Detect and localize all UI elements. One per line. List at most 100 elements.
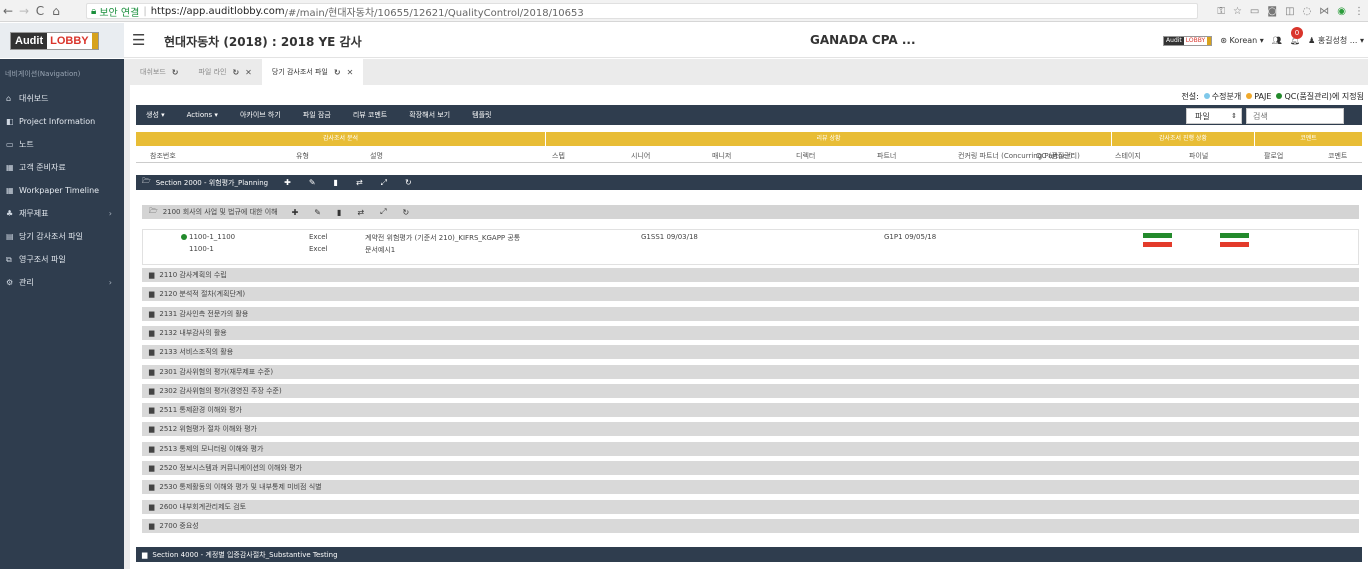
main-area: 대쉬보드 ↻ 파일 라인 ↻ ✕ 당기 감사조서 파일 ↻ ✕ 전설: 수정분개 PAJE… (124, 59, 1368, 569)
workpaper-row[interactable]: 1100-1_1100 1100-1 Excel Excel 계약전 위험평가 … (142, 229, 1359, 265)
subsection-row[interactable]: ▆ 2131 감사인측 전문가의 활용 (142, 306, 1359, 321)
sidebar-item[interactable]: ♣ 재무제표 › (0, 202, 124, 225)
file-icon[interactable]: ▮ (337, 208, 341, 217)
sidebar-item[interactable]: ⚙ 관리 › (0, 271, 124, 294)
archive-button[interactable]: 아카이브 하기 (240, 110, 281, 120)
subsection-row[interactable]: ▆ 2301 감사위험의 평가(재무제표 수준) (142, 364, 1359, 379)
edit-icon[interactable]: ✎ (314, 208, 321, 217)
refresh-icon[interactable]: ↻ (334, 68, 341, 77)
extension-icon[interactable]: ⋈ (1319, 6, 1329, 17)
refresh-icon[interactable]: ↻ (403, 208, 410, 217)
extension-icon[interactable]: ▭ (1250, 6, 1259, 17)
lock-file-button[interactable]: 파일 잠금 (303, 110, 331, 120)
subsection-row[interactable]: ▆ 2700 중요성 (142, 518, 1359, 533)
users-icon[interactable]: 👥︎ (1272, 36, 1282, 45)
back-icon[interactable]: ← (0, 0, 16, 22)
subsection-row[interactable]: ▆ 2110 감사계획의 수립 (142, 268, 1359, 282)
expand-view-button[interactable]: 확장해서 보기 (409, 110, 450, 120)
subsection-row[interactable]: ▆ 2512 위험평가 절차 이해와 평가 (142, 422, 1359, 437)
workpaper-ref[interactable]: 1100-1_1100 (189, 233, 235, 241)
extension-icon[interactable]: ◌ (1303, 6, 1312, 17)
section-row[interactable]: 🗁︎ Section 2000 - 위험평가_Planning ✚ ✎ ▮ ⇄ … (136, 175, 1362, 190)
refresh-icon[interactable]: ↻ (405, 178, 412, 187)
file-icon[interactable]: ▮ (334, 178, 338, 187)
camera-icon[interactable]: ◙ (1267, 6, 1277, 17)
menu-icon[interactable]: ⋮ (1354, 6, 1364, 17)
subsection-row[interactable]: ▆ 2520 정보시스템과 커뮤니케이션의 이해와 평가 (142, 461, 1359, 475)
sidebar-item[interactable]: ⌂ 대쉬보드 (0, 87, 124, 110)
tab-file-line[interactable]: 파일 라인 ↻ ✕ (188, 59, 261, 85)
subsection-row[interactable]: ▆ 2302 감사위험의 평가(경영진 주장 수준) (142, 383, 1359, 398)
review-comment-button[interactable]: 리뷰 코멘트 (353, 110, 387, 120)
key-icon[interactable]: ⚿ (1217, 6, 1225, 17)
close-icon[interactable]: ✕ (245, 68, 252, 77)
sidebar-item[interactable]: ◧ Project Information (0, 110, 124, 133)
legend-item: 수정분개 (1203, 91, 1241, 102)
create-menu[interactable]: 생성 ▾ (146, 110, 165, 120)
address-bar[interactable]: 🔒︎ 보안 연결 | https://app.auditlobby.com /#… (86, 3, 1198, 19)
home-icon[interactable]: ⌂ (48, 0, 64, 22)
add-icon[interactable]: ✚ (284, 178, 291, 187)
stage-status-flag[interactable] (1143, 233, 1172, 247)
move-icon[interactable]: ⇄ (356, 178, 363, 187)
step-signoff[interactable]: G1SS1 09/03/18 (641, 233, 698, 241)
move-icon[interactable]: ⇄ (357, 208, 364, 217)
subsection-row[interactable]: ▆ 2600 내부회계관리제도 검토 (142, 499, 1359, 514)
add-icon[interactable]: ✚ (292, 208, 299, 217)
final-status-flag[interactable] (1220, 233, 1249, 247)
extension-icon[interactable]: ◫ (1285, 6, 1294, 17)
subsection-row[interactable]: ▆ 2530 통제활동의 이해와 평가 및 내부통제 미비점 식별 (142, 480, 1359, 495)
subsection-row-open[interactable]: 🗁︎ 2100 회사의 사업 및 법규에 대한 이해 ✚ ✎ ▮ ⇄ ⤢ ↻ (142, 205, 1359, 219)
folder-icon: ▆ (149, 348, 155, 357)
legend: 전설: 수정분개 PAJE QC(품질관리)에 지정됨 (1181, 91, 1364, 102)
tab-current-audit-file[interactable]: 당기 감사조서 파일 ↻ ✕ (261, 59, 364, 85)
section-row[interactable]: ▆ Section 4000 - 계정별 입증감사절차_Substantive … (136, 547, 1362, 562)
reload-icon[interactable]: C (32, 0, 48, 22)
refresh-icon[interactable]: ↻ (232, 68, 239, 77)
hamburger-menu-icon[interactable]: ☰ (132, 31, 145, 49)
col-followup[interactable]: 팔로업 (1264, 151, 1283, 161)
col-senior[interactable]: 시니어 (631, 151, 650, 161)
extension-icon[interactable]: ◉ (1337, 6, 1346, 17)
subsection-row[interactable]: ▆ 2133 서비스조직의 활용 (142, 345, 1359, 360)
logo[interactable]: Audit LOBBY (0, 23, 124, 58)
file-type-select[interactable]: 파일 ⇕ (1186, 108, 1242, 124)
star-icon[interactable]: ☆ (1233, 6, 1242, 17)
template-button[interactable]: 템플릿 (472, 110, 491, 120)
col-director[interactable]: 디렉터 (796, 151, 815, 161)
col-manager[interactable]: 매니저 (712, 151, 731, 161)
user-menu[interactable]: ♟ 홍길성청 ... ▾ (1308, 35, 1364, 46)
subsection-row[interactable]: ▆ 2511 통제환경 이해와 평가 (142, 403, 1359, 418)
expand-icon[interactable]: ⤢ (380, 207, 386, 217)
notification-bell[interactable]: 🔔︎ 0 (1290, 27, 1303, 45)
sidebar-item[interactable]: ▦ Workpaper Timeline (0, 179, 124, 202)
expand-icon[interactable]: ⤢ (381, 178, 387, 188)
subsection-row[interactable]: ▆ 2513 통제의 모니터링 이해와 평가 (142, 441, 1359, 456)
sidebar-item[interactable]: ▭ 노트 (0, 133, 124, 156)
col-qc[interactable]: QC (품질관리) (1036, 151, 1080, 161)
hierarchy-icon: ♣ (6, 209, 14, 218)
subsection-row[interactable]: ▆ 2120 분석적 절차(계획단계) (142, 287, 1359, 302)
actions-menu[interactable]: Actions ▾ (187, 111, 218, 119)
col-ref[interactable]: 참조번호 (150, 151, 176, 161)
col-desc[interactable]: 설명 (370, 151, 383, 161)
partner-signoff[interactable]: G1P1 09/05/18 (884, 233, 936, 241)
sidebar-item[interactable]: ▤ 당기 감사조서 파일 (0, 225, 124, 248)
folder-icon: ▆ (149, 444, 155, 453)
col-comment[interactable]: 코멘트 (1328, 151, 1362, 161)
col-stage[interactable]: 스테이지 (1115, 151, 1141, 161)
tab-dashboard[interactable]: 대쉬보드 ↻ (130, 59, 188, 85)
sidebar-item[interactable]: ⧉ 영구조서 파일 (0, 248, 124, 271)
col-partner[interactable]: 파트너 (877, 151, 896, 161)
edit-icon[interactable]: ✎ (309, 178, 316, 187)
close-icon[interactable]: ✕ (347, 68, 354, 77)
col-final[interactable]: 파이널 (1189, 151, 1208, 161)
search-input[interactable] (1246, 108, 1344, 124)
col-step[interactable]: 스텝 (552, 151, 565, 161)
refresh-icon[interactable]: ↻ (172, 68, 179, 77)
sidebar-item[interactable]: ▦ 고객 준비자료 (0, 156, 124, 179)
forward-icon[interactable]: → (16, 0, 32, 22)
language-selector[interactable]: ⊛ Korean ▾ (1220, 36, 1264, 45)
subsection-row[interactable]: ▆ 2132 내부감사의 활용 (142, 325, 1359, 340)
col-type[interactable]: 유형 (296, 151, 309, 161)
